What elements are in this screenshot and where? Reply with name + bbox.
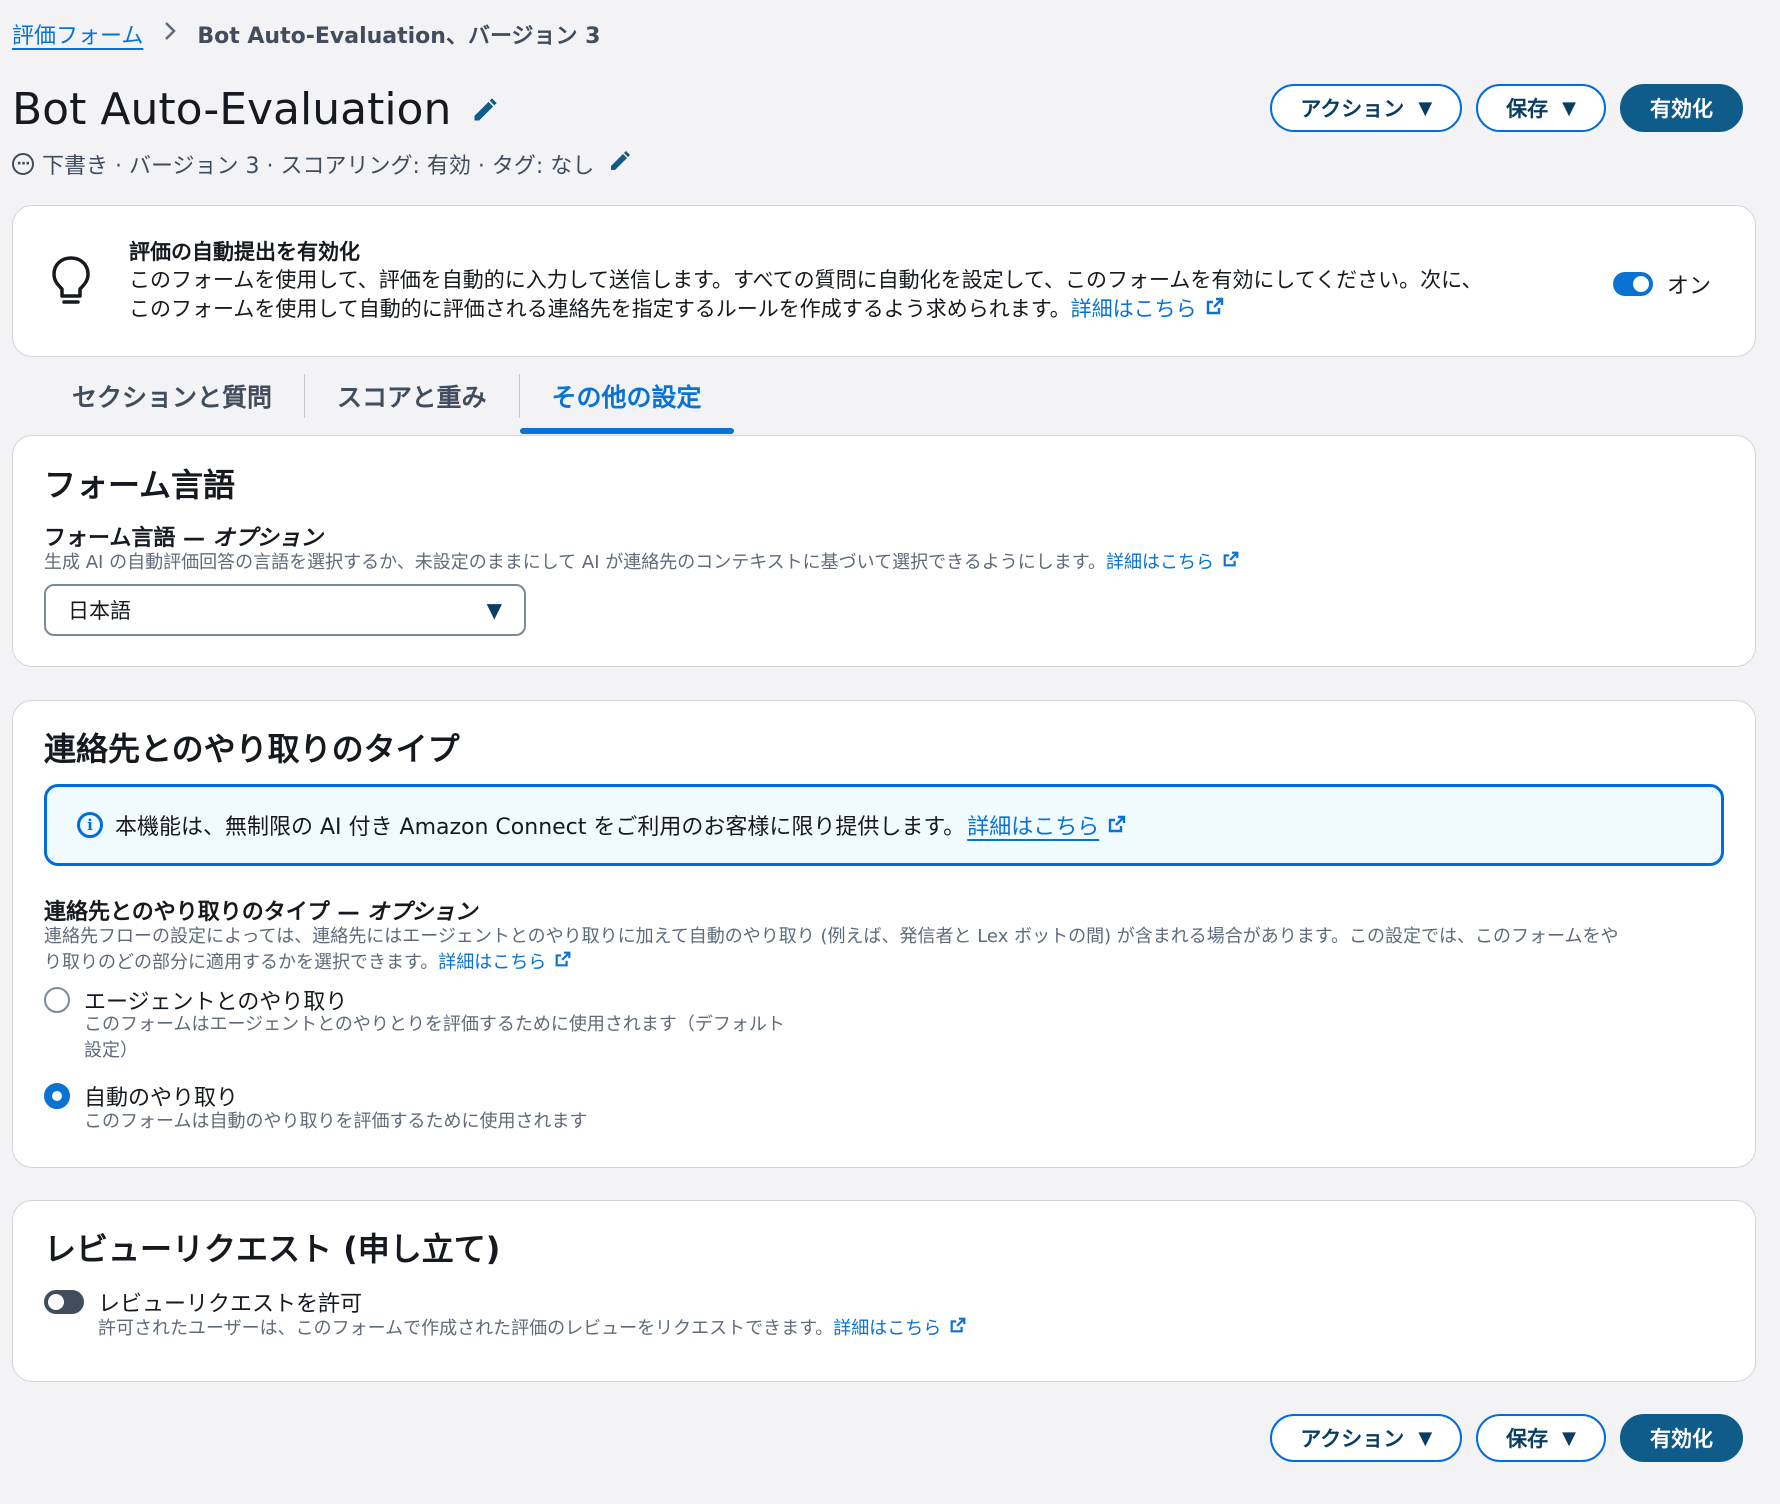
review-toggle-group: レビューリクエストを許可 [44, 1286, 362, 1318]
form-language-label-optional: オプション [212, 526, 323, 551]
tab-bar: セクションと質問 スコアと重み その他の設定 [40, 374, 734, 434]
form-language-heading: フォーム言語 [44, 466, 236, 504]
save-button-label: 保存 [1506, 1427, 1549, 1451]
form-language-select[interactable]: 日本語 ▼ [44, 584, 526, 636]
interaction-type-label-main: 連絡先とのやり取りのタイプ — [44, 900, 368, 925]
form-language-description: 生成 AI の自動評価回答の言語を選択するか、未設定のままにして AI が連絡先… [44, 550, 1240, 576]
info-alert-learn-more-link[interactable]: 詳細はこちら [967, 809, 1127, 841]
external-link-icon [949, 1316, 967, 1342]
form-language-label-main: フォーム言語 — [44, 526, 213, 551]
breadcrumb-link-forms[interactable]: 評価フォーム [12, 18, 143, 50]
activate-button-label: 有効化 [1650, 97, 1713, 121]
header-actions: アクション ▼ 保存 ▼ 有効化 [1270, 84, 1743, 132]
breadcrumb: 評価フォーム Bot Auto-Evaluation、バージョン 3 [12, 18, 600, 50]
interaction-type-label-optional: オプション [367, 900, 478, 925]
caret-down-icon: ▼ [1562, 1427, 1576, 1449]
auto-submit-card: 評価の自動提出を有効化 このフォームを使用して、評価を自動的に入力して送信します… [12, 205, 1756, 357]
tab-sections-questions[interactable]: セクションと質問 [40, 374, 306, 418]
save-button-label: 保存 [1506, 97, 1549, 121]
save-dropdown-button-bottom[interactable]: 保存 ▼ [1476, 1414, 1606, 1462]
review-request-heading: レビューリクエスト (申し立て) [44, 1230, 501, 1268]
info-alert-link-text: 詳細はこちら [967, 815, 1100, 840]
footer-actions: アクション ▼ 保存 ▼ 有効化 [1270, 1414, 1743, 1462]
form-language-link-text: 詳細はこちら [1106, 552, 1214, 573]
activate-button-label: 有効化 [1650, 1427, 1713, 1451]
auto-submit-learn-more-link[interactable]: 詳細はこちら [1071, 297, 1225, 321]
interaction-type-desc-line2: り取りのどの部分に適用するかを選択できます。詳細はこちら [44, 950, 1618, 976]
form-language-selected-value: 日本語 [68, 599, 131, 623]
radio-automated-description: このフォームは自動のやり取りを評価するために使用されます [84, 1111, 588, 1132]
interaction-type-heading: 連絡先とのやり取りのタイプ [44, 730, 460, 768]
save-dropdown-button[interactable]: 保存 ▼ [1476, 84, 1606, 132]
auto-submit-desc-line2: このフォームを使用して自動的に評価される連絡先を指定するルールを作成するよう求め… [129, 295, 1482, 324]
form-language-learn-more-link[interactable]: 詳細はこちら [1106, 550, 1240, 576]
form-meta: ··· 下書き · バージョン 3 · スコアリング: 有効 · タグ: なし [12, 148, 632, 180]
actions-button-label: アクション [1300, 97, 1405, 121]
interaction-type-learn-more-link[interactable]: 詳細はこちら [438, 950, 572, 976]
radio-agent-desc-line1: このフォームはエージェントとのやりとりを評価するために使用されます（デフォルト [84, 1014, 785, 1035]
radio-option-automated[interactable]: 自動のやり取り [44, 1080, 238, 1112]
activate-button[interactable]: 有効化 [1620, 84, 1743, 132]
review-request-toggle[interactable] [44, 1290, 84, 1314]
auto-submit-link-text: 詳細はこちら [1070, 297, 1197, 321]
edit-tags-pencil-icon[interactable] [608, 149, 632, 179]
auto-submit-desc-text: このフォームを使用して自動的に評価される連絡先を指定するルールを作成するよう求め… [129, 297, 1071, 321]
auto-submit-toggle-label: オン [1667, 274, 1712, 299]
actions-dropdown-button-bottom[interactable]: アクション ▼ [1270, 1414, 1463, 1462]
auto-submit-description: このフォームを使用して、評価を自動的に入力して送信します。すべての質問に自動化を… [129, 266, 1482, 324]
page-title: Bot Auto-Evaluation [12, 84, 499, 135]
auto-submit-toggle[interactable] [1613, 272, 1653, 296]
form-language-desc-text: 生成 AI の自動評価回答の言語を選択するか、未設定のままにして AI が連絡先… [44, 552, 1106, 573]
page-title-text: Bot Auto-Evaluation [12, 84, 452, 135]
info-icon: i [77, 812, 103, 838]
radio-automated-label: 自動のやり取り [84, 1086, 239, 1111]
radio-agent-interaction[interactable] [44, 987, 70, 1013]
interaction-type-description: 連絡先フローの設定によっては、連絡先にはエージェントとのやり取りに加えて自動のや… [44, 924, 1618, 976]
external-link-icon [1222, 550, 1240, 576]
form-meta-text: 下書き · バージョン 3 · スコアリング: 有効 · タグ: なし [42, 154, 595, 179]
interaction-type-desc-text: り取りのどの部分に適用するかを選択できます。 [44, 952, 439, 973]
lightbulb-icon [49, 254, 93, 310]
interaction-type-label: 連絡先とのやり取りのタイプ — オプション [44, 894, 477, 926]
radio-agent-description: このフォームはエージェントとのやりとりを評価するために使用されます（デフォルト … [84, 1012, 785, 1064]
interaction-type-desc-line1: 連絡先フローの設定によっては、連絡先にはエージェントとのやり取りに加えて自動のや… [44, 926, 1619, 947]
info-alert-text: 本機能は、無制限の AI 付き Amazon Connect をご利用のお客様に… [115, 815, 966, 840]
review-desc-text: 許可されたユーザーは、このフォームで作成された評価のレビューをリクエストできます… [98, 1318, 834, 1339]
draft-status-icon: ··· [12, 153, 34, 175]
breadcrumb-current: Bot Auto-Evaluation、バージョン 3 [197, 24, 601, 49]
caret-down-icon: ▼ [1418, 1427, 1433, 1449]
radio-agent-desc-line2: 設定） [84, 1040, 138, 1061]
review-description: 許可されたユーザーは、このフォームで作成された評価のレビューをリクエストできます… [98, 1316, 967, 1342]
auto-submit-toggle-group: オン [1613, 268, 1711, 300]
info-alert: i 本機能は、無制限の AI 付き Amazon Connect をご利用のお客… [44, 784, 1724, 866]
chevron-right-icon [163, 20, 177, 48]
review-toggle-label: レビューリクエストを許可 [98, 1292, 363, 1317]
auto-submit-title: 評価の自動提出を有効化 [129, 240, 360, 264]
form-language-label: フォーム言語 — オプション [44, 520, 323, 552]
external-link-icon [1205, 295, 1225, 324]
caret-down-icon: ▼ [1418, 97, 1433, 119]
interaction-type-link-text: 詳細はこちら [438, 952, 547, 973]
review-learn-more-link[interactable]: 詳細はこちら [833, 1316, 967, 1342]
caret-down-icon: ▼ [486, 598, 502, 622]
auto-submit-desc-line1: このフォームを使用して、評価を自動的に入力して送信します。すべての質問に自動化を… [129, 268, 1483, 292]
actions-dropdown-button[interactable]: アクション ▼ [1270, 84, 1463, 132]
radio-automated-interaction[interactable] [44, 1083, 70, 1109]
review-link-text: 詳細はこちら [833, 1318, 942, 1339]
activate-button-bottom[interactable]: 有効化 [1620, 1414, 1743, 1462]
external-link-icon [1107, 814, 1127, 840]
caret-down-icon: ▼ [1562, 97, 1576, 119]
tab-scores-weights[interactable]: スコアと重み [305, 374, 520, 418]
edit-title-pencil-icon[interactable] [471, 84, 499, 135]
actions-button-label: アクション [1300, 1427, 1405, 1451]
external-link-icon [554, 950, 572, 976]
tab-other-settings[interactable]: その他の設定 [519, 374, 734, 434]
